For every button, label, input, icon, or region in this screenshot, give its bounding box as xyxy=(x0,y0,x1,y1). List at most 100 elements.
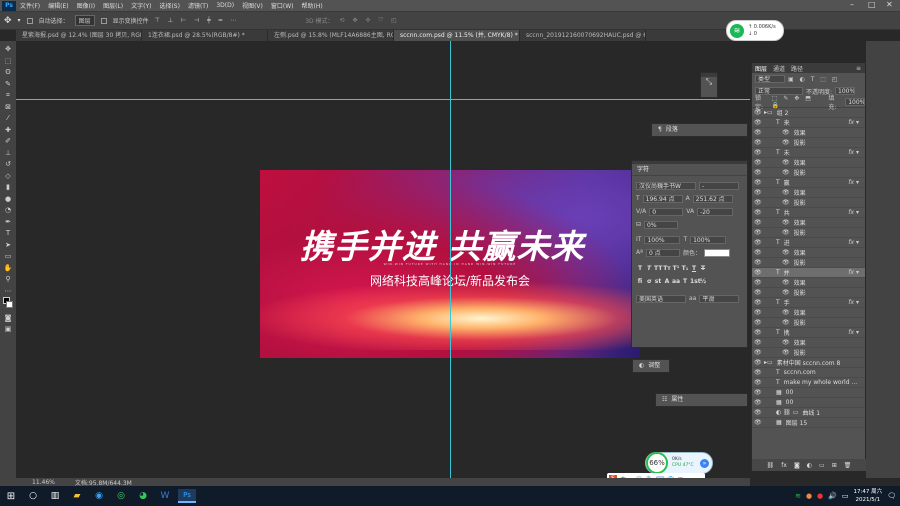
oldstyle-button[interactable]: ơ xyxy=(645,278,653,286)
fx-icon[interactable]: fx xyxy=(781,462,787,469)
menu-layer[interactable]: 图层(L) xyxy=(103,1,123,10)
layer-fx-icon[interactable]: fx ▾ xyxy=(848,149,859,156)
layer-filter-select[interactable]: 类型 xyxy=(755,75,785,83)
layer-fx-icon[interactable]: fx ▾ xyxy=(848,269,859,276)
quick-mask-icon[interactable]: ◙ xyxy=(2,313,14,323)
fractions-button[interactable]: 1st xyxy=(690,278,701,286)
tab-layers[interactable]: 图层 xyxy=(755,64,767,73)
layer-row[interactable]: 👁 ▦ 00 xyxy=(752,388,865,398)
align-icons[interactable]: ⊤ ⊥ ⊢ ⊣ ╪ ═ ⋯ xyxy=(155,17,240,24)
visibility-eye-icon[interactable]: 👁 xyxy=(754,199,762,206)
visibility-eye-icon[interactable]: 👁 xyxy=(754,109,762,116)
superscript-button[interactable]: T¹ xyxy=(672,265,680,273)
wechat-icon[interactable]: ◕ xyxy=(134,489,152,503)
layer-fx-icon[interactable]: fx ▾ xyxy=(848,329,859,336)
text-color-swatch[interactable] xyxy=(703,248,730,257)
visibility-eye-icon[interactable]: 👁 xyxy=(754,419,762,426)
new-group-icon[interactable]: ▭ xyxy=(819,462,825,469)
visibility-eye-icon[interactable]: 👁 xyxy=(754,359,762,366)
half-button[interactable]: ½ xyxy=(699,278,707,286)
layer-row[interactable]: 👁 T 来 fx ▾ xyxy=(752,118,865,128)
layer-row[interactable]: 👁 👁 投影 xyxy=(752,348,865,358)
visibility-eye-icon[interactable]: 👁 xyxy=(754,399,762,406)
menu-help[interactable]: 帮助(H) xyxy=(302,1,323,10)
layer-row[interactable]: 👁 👁 效果 xyxy=(752,278,865,288)
layer-row[interactable]: 👁 👁 投影 xyxy=(752,168,865,178)
layer-row[interactable]: 👁 T 共 fx ▾ xyxy=(752,208,865,218)
visibility-eye-icon[interactable]: 👁 xyxy=(754,219,762,226)
character-panel-tab[interactable]: 字符 xyxy=(632,164,747,176)
layer-row[interactable]: 👁 👁 效果 xyxy=(752,128,865,138)
quick-select-tool-icon[interactable]: ✎ xyxy=(2,79,14,89)
frame-tool-icon[interactable]: ⊠ xyxy=(2,102,14,112)
filter-icons[interactable]: ▣ ◐ T ⬚ ◰ xyxy=(788,76,840,83)
tab-doc-active[interactable]: sccnn.com.psd @ 11.5% (并, CMYK/8) * xyxy=(394,30,520,41)
menu-edit[interactable]: 编辑(E) xyxy=(48,1,68,10)
layer-fx-icon[interactable]: fx ▾ xyxy=(848,239,859,246)
move-tool-icon[interactable]: ✥ xyxy=(4,16,12,26)
cpu-widget[interactable]: 66% 0K/s CPU 47°C » xyxy=(645,452,713,474)
tab-doc-1[interactable]: 星紫海报.psd @ 12.4% (图层 30 拷贝, RGB/8#) * xyxy=(16,30,142,41)
tracking-input[interactable]: -20 xyxy=(697,207,734,216)
visibility-eye-icon[interactable]: 👁 xyxy=(754,179,762,186)
hand-tool-icon[interactable]: ✋ xyxy=(2,263,14,273)
layer-row[interactable]: 👁 ▸▭ 组 2 xyxy=(752,108,865,118)
3d-mode-icons[interactable]: ⟲ ✥ ✣ ⤧ ◰ xyxy=(340,17,400,25)
visibility-eye-icon[interactable]: 👁 xyxy=(754,349,762,356)
visibility-eye-icon[interactable]: 👁 xyxy=(754,159,762,166)
titling-button[interactable]: aa xyxy=(672,278,680,286)
ordinals-button[interactable]: T xyxy=(681,278,689,286)
layer-row[interactable]: 👁 👁 效果 xyxy=(752,188,865,198)
visibility-eye-icon[interactable]: 👁 xyxy=(754,289,762,296)
layer-row[interactable]: 👁 T 赢 fx ▾ xyxy=(752,178,865,188)
layer-row[interactable]: 👁 👁 效果 xyxy=(752,218,865,228)
visibility-eye-icon[interactable]: 👁 xyxy=(754,299,762,306)
layer-row[interactable]: 👁 👁 效果 xyxy=(752,158,865,168)
visibility-eye-icon[interactable]: 👁 xyxy=(754,249,762,256)
strikethrough-button[interactable]: T xyxy=(699,265,707,273)
wifi-tray-icon[interactable]: ≋ xyxy=(795,492,801,500)
paragraph-panel[interactable]: ¶ 段落 xyxy=(651,123,748,137)
all-caps-button[interactable]: TT xyxy=(654,265,662,273)
crop-tool-icon[interactable]: ⌗ xyxy=(2,90,14,100)
adjustment-layer-icon[interactable]: ◐ xyxy=(807,462,812,469)
visibility-eye-icon[interactable]: 👁 xyxy=(754,209,762,216)
auto-select-dropdown[interactable]: 图层 xyxy=(74,15,95,26)
visibility-eye-icon[interactable]: 👁 xyxy=(754,389,762,396)
visibility-eye-icon[interactable]: 👁 xyxy=(754,309,762,316)
layer-fx-icon[interactable]: fx ▾ xyxy=(848,119,859,126)
eraser-tool-icon[interactable]: ◇ xyxy=(2,171,14,181)
rectangle-tool-icon[interactable]: ▭ xyxy=(2,251,14,261)
vertical-scale-input[interactable]: 100% xyxy=(644,235,681,244)
subscript-button[interactable]: T₁ xyxy=(681,265,689,273)
tray-app-icon-2[interactable]: ● xyxy=(817,492,823,500)
menu-image[interactable]: 图像(I) xyxy=(77,1,95,10)
visibility-eye-icon[interactable]: 👁 xyxy=(754,339,762,346)
tsume-input[interactable]: 0% xyxy=(644,220,679,229)
healing-tool-icon[interactable]: ✚ xyxy=(2,125,14,135)
close-icon[interactable]: ✕ xyxy=(886,0,893,9)
lasso-tool-icon[interactable]: ʘ xyxy=(2,67,14,77)
file-explorer-icon[interactable]: ▰ xyxy=(68,489,86,503)
layer-fx-icon[interactable]: fx ▾ xyxy=(848,179,859,186)
font-size-input[interactable]: 196.94 点 xyxy=(642,194,683,203)
menu-window[interactable]: 窗口(W) xyxy=(271,1,294,10)
stamp-tool-icon[interactable]: ⊥ xyxy=(2,148,14,158)
layer-row[interactable]: 👁 👁 投影 xyxy=(752,258,865,268)
tab-paths[interactable]: 路径 xyxy=(791,64,803,73)
visibility-eye-icon[interactable]: 👁 xyxy=(754,119,762,126)
photoshop-taskbar-icon[interactable]: Ps xyxy=(178,489,196,503)
layer-row[interactable]: 👁 👁 投影 xyxy=(752,228,865,238)
blur-tool-icon[interactable]: ● xyxy=(2,194,14,204)
layer-row[interactable]: 👁 👁 投影 xyxy=(752,288,865,298)
layer-row[interactable]: 👁 T 进 fx ▾ xyxy=(752,238,865,248)
windows-start-icon[interactable]: ⊞ xyxy=(2,489,20,503)
underline-button[interactable]: T xyxy=(690,265,698,273)
vertical-guide[interactable] xyxy=(450,41,451,478)
visibility-eye-icon[interactable]: 👁 xyxy=(754,259,762,266)
visibility-eye-icon[interactable]: 👁 xyxy=(754,189,762,196)
speaker-icon[interactable]: 🔊 xyxy=(828,492,837,500)
visibility-eye-icon[interactable]: 👁 xyxy=(754,139,762,146)
visibility-eye-icon[interactable]: 👁 xyxy=(754,409,762,416)
zoom-tool-icon[interactable]: ⚲ xyxy=(2,274,14,284)
